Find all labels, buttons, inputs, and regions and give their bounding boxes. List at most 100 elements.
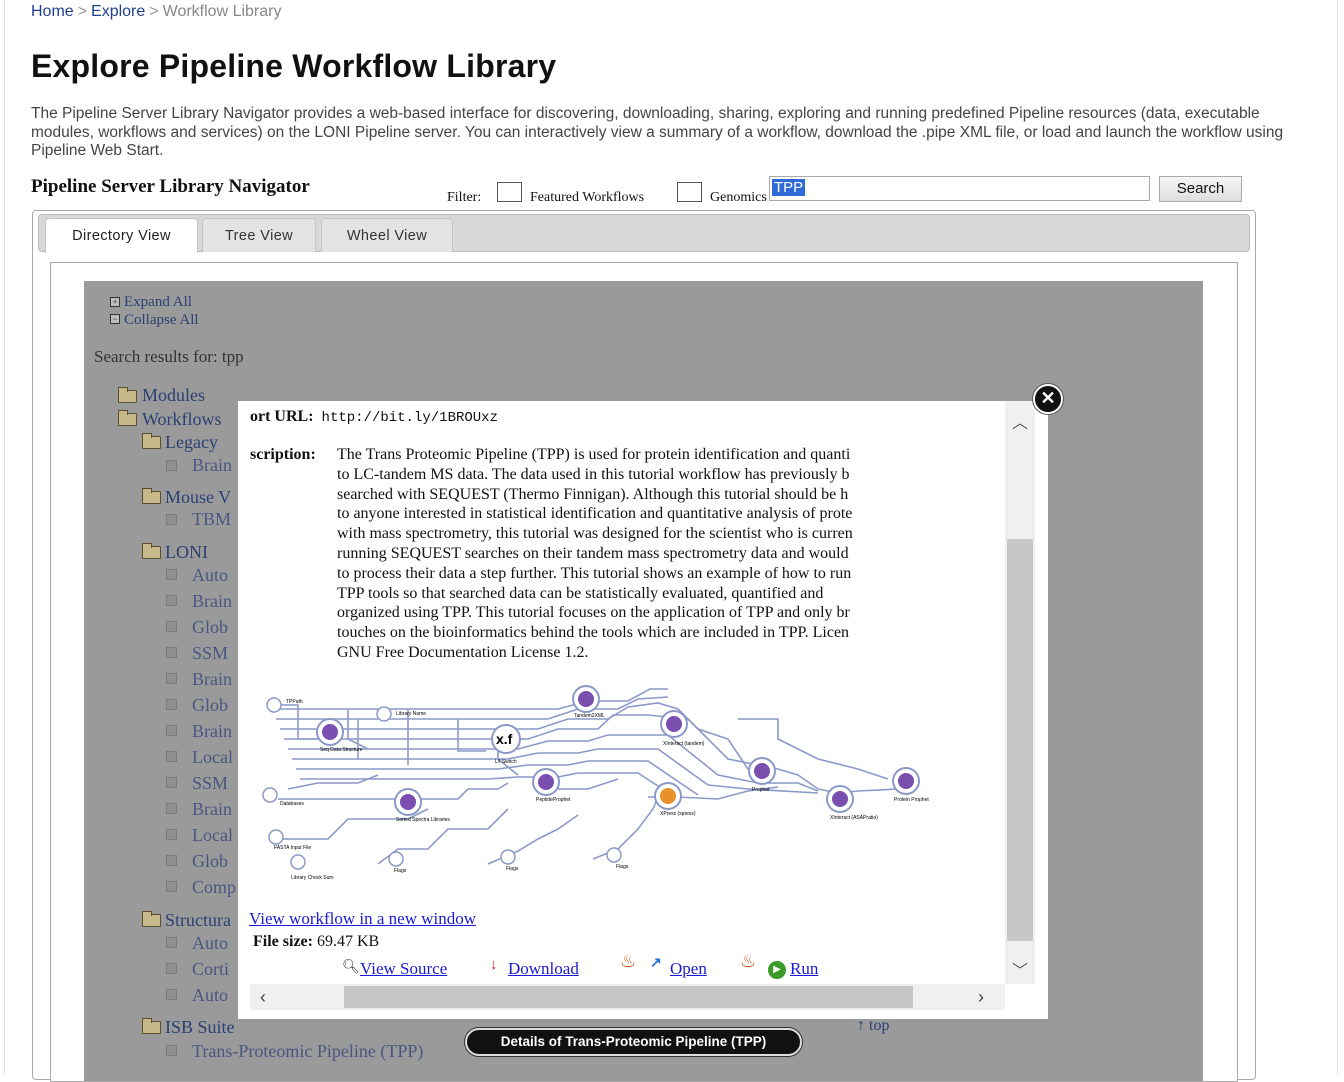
view-workflow-link[interactable]: View workflow in a new window bbox=[249, 909, 476, 929]
workflow-icon bbox=[166, 751, 177, 762]
magnifier-icon: 🔍︎ bbox=[342, 960, 360, 975]
tab-tree-view[interactable]: Tree View bbox=[202, 218, 316, 252]
chevron-up-icon[interactable]: ︿ bbox=[1005, 409, 1035, 433]
tree-item[interactable]: Glob bbox=[192, 617, 228, 638]
open-link[interactable]: Open bbox=[670, 959, 707, 979]
modal-content: ort URL: http://bit.ly/1BROUxz scription:… bbox=[238, 401, 1005, 984]
tree-item[interactable]: SSM bbox=[192, 643, 228, 664]
svg-text:XInteract (tandem): XInteract (tandem) bbox=[663, 741, 705, 747]
workflow-icon bbox=[166, 937, 177, 948]
description-line: to process their data a step further. Th… bbox=[337, 564, 852, 582]
description-line: to anyone interested in statistical iden… bbox=[337, 505, 853, 523]
tree-folder-modules[interactable]: Modules bbox=[142, 385, 205, 406]
view-source-link[interactable]: View Source bbox=[360, 959, 447, 979]
description-line: touches on the bioinformatics behind the… bbox=[337, 624, 850, 642]
chevron-right-icon[interactable]: › bbox=[978, 984, 984, 1010]
file-size-value: 69.47 KB bbox=[316, 933, 380, 950]
page-title: Explore Pipeline Workflow Library bbox=[31, 48, 557, 84]
breadcrumb-current: Workflow Library bbox=[162, 3, 282, 20]
tree-folder-loni[interactable]: LONI bbox=[165, 542, 208, 563]
workflow-icon bbox=[166, 989, 177, 1000]
svg-text:XPress (xpress): XPress (xpress) bbox=[660, 811, 696, 817]
run-link[interactable]: Run bbox=[790, 959, 818, 979]
node-tandem2xml: Tandem2XML bbox=[572, 685, 605, 719]
svg-text:Sorted Spectra Libraries: Sorted Spectra Libraries bbox=[396, 817, 450, 823]
download-arrow-icon: ↓ bbox=[490, 957, 498, 973]
tab-directory-view[interactable]: Directory View bbox=[45, 218, 198, 253]
details-tooltip: Details of Trans-Proteomic Pipeline (TPP… bbox=[465, 1028, 802, 1056]
modal-horizontal-scrollbar[interactable]: ‹ › bbox=[250, 984, 1005, 1010]
chevron-left-icon[interactable]: ‹ bbox=[260, 984, 266, 1010]
workflow-icon bbox=[166, 514, 177, 525]
tree-item[interactable]: Corti bbox=[192, 959, 229, 980]
tree-item[interactable]: Brain bbox=[192, 455, 232, 476]
workflow-icon bbox=[166, 621, 177, 632]
tree-item[interactable]: Comp bbox=[192, 877, 236, 898]
svg-text:L/I Switch: L/I Switch bbox=[495, 759, 517, 765]
svg-text:TPPath: TPPath bbox=[286, 699, 303, 705]
navigator-title: Pipeline Server Library Navigator bbox=[31, 176, 310, 197]
workflow-icon bbox=[166, 569, 177, 580]
tree-item-tpp[interactable]: Trans-Proteomic Pipeline (TPP) bbox=[192, 1041, 423, 1062]
tree-item[interactable]: Auto bbox=[192, 985, 228, 1006]
workflow-icon bbox=[166, 829, 177, 840]
diagram-nodes: TPPath Library Name Tandem2XML Seq Data … bbox=[262, 685, 929, 881]
svg-text:Flags: Flags bbox=[394, 868, 407, 874]
svg-text:Flags: Flags bbox=[616, 864, 629, 870]
description-line: TPP tools so that searched data can be s… bbox=[337, 584, 824, 602]
collapse-all-link[interactable]: Collapse All bbox=[124, 312, 199, 329]
featured-workflows-label: Featured Workflows bbox=[530, 190, 645, 205]
tree-folder-isb-suite[interactable]: ISB Suite bbox=[165, 1017, 235, 1038]
workflow-icon bbox=[166, 647, 177, 658]
horizontal-scroll-thumb[interactable] bbox=[344, 986, 913, 1008]
folder-icon bbox=[142, 1018, 161, 1034]
tree-item[interactable]: Glob bbox=[192, 695, 228, 716]
search-input[interactable]: TPP bbox=[769, 176, 1150, 201]
tree-item[interactable]: Brain bbox=[192, 721, 232, 742]
node-peptideprophet: PeptideProphet bbox=[532, 768, 571, 803]
workflow-icon bbox=[166, 777, 177, 788]
tree-folder-mouse[interactable]: Mouse V bbox=[165, 487, 231, 508]
tree-item[interactable]: Local bbox=[192, 825, 233, 846]
tree-item[interactable]: Brain bbox=[192, 591, 232, 612]
tree-folder-structural[interactable]: Structura bbox=[165, 910, 231, 931]
tree-item[interactable]: TBM bbox=[192, 509, 231, 530]
close-icon[interactable]: ✕ bbox=[1033, 384, 1063, 414]
modal-vertical-scrollbar[interactable]: ︿ ﹀ bbox=[1005, 401, 1035, 984]
download-link[interactable]: Download bbox=[508, 959, 579, 979]
tree-item[interactable]: Auto bbox=[192, 565, 228, 586]
tree-item[interactable]: Brain bbox=[192, 669, 232, 690]
tree-item[interactable]: Auto bbox=[192, 933, 228, 954]
genomics-label: Genomics bbox=[710, 190, 767, 205]
chevron-down-icon[interactable]: ﹀ bbox=[1005, 957, 1035, 981]
tree-folder-workflows[interactable]: Workflows bbox=[142, 409, 222, 430]
tree-item[interactable]: Glob bbox=[192, 851, 228, 872]
run-play-icon: ▶ bbox=[768, 961, 786, 979]
breadcrumb-separator: > bbox=[149, 3, 159, 20]
description-line: The Trans Proteomic Pipeline (TPP) is us… bbox=[337, 446, 851, 463]
tab-wheel-view[interactable]: Wheel View bbox=[321, 218, 453, 252]
svg-text:Prophet: Prophet bbox=[752, 787, 770, 793]
genomics-checkbox[interactable] bbox=[677, 182, 702, 202]
breadcrumb-explore-link[interactable]: Explore bbox=[91, 3, 145, 20]
node-flags-3: Flags bbox=[606, 847, 629, 870]
tree-item[interactable]: Local bbox=[192, 747, 233, 768]
tree-item[interactable]: SSM bbox=[192, 773, 228, 794]
description-line: GNU Free Documentation License 1.2. bbox=[337, 643, 589, 661]
intro-paragraph: The Pipeline Server Library Navigator pr… bbox=[31, 105, 1284, 160]
vertical-scroll-thumb[interactable] bbox=[1007, 539, 1033, 941]
featured-workflows-checkbox[interactable] bbox=[497, 182, 522, 202]
tree-item[interactable]: Brain bbox=[192, 799, 232, 820]
node-xpress: XPress (xpress) bbox=[654, 782, 696, 817]
svg-text:Flags: Flags bbox=[506, 866, 519, 872]
node-flags-2: Flags bbox=[500, 849, 519, 872]
workflow-icon bbox=[166, 725, 177, 736]
svg-text:Databases: Databases bbox=[280, 801, 304, 807]
short-url-label: ort URL: bbox=[250, 408, 314, 425]
workflow-icon bbox=[166, 699, 177, 710]
expand-all-link[interactable]: Expand All bbox=[124, 294, 192, 311]
tree-folder-legacy[interactable]: Legacy bbox=[165, 432, 218, 453]
workflow-icon bbox=[166, 855, 177, 866]
search-button[interactable]: Search bbox=[1159, 176, 1242, 202]
breadcrumb-home-link[interactable]: Home bbox=[31, 3, 74, 20]
